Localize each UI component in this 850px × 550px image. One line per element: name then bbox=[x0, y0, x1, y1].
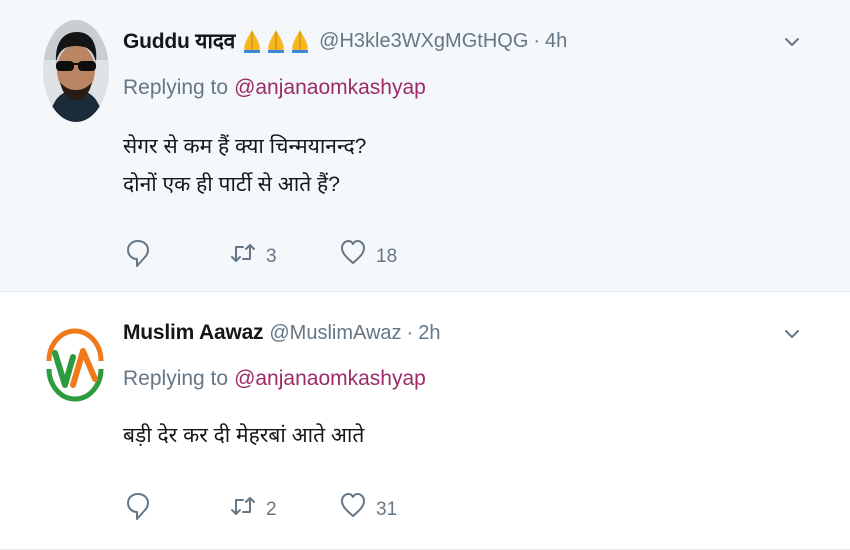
tweet-text-line: बड़ी देर कर दी मेहरबां आते आते bbox=[123, 424, 365, 447]
timestamp[interactable]: 4h bbox=[545, 30, 567, 53]
replying-to-line: Replying to @anjanaomkashyap bbox=[123, 76, 426, 100]
tweet-actions: 2 31 bbox=[126, 489, 526, 523]
reply-button[interactable] bbox=[126, 236, 150, 270]
tweet-text: बड़ी देर कर दी मेहरबां आते आते bbox=[123, 417, 364, 455]
like-count: 31 bbox=[376, 499, 398, 520]
reply-icon bbox=[126, 490, 150, 522]
reply-button[interactable] bbox=[126, 489, 150, 523]
tweet-text-line: सेगर से कम हैं क्या चिन्मयानन्द? bbox=[123, 135, 367, 158]
tweet-text-line: दोनों एक ही पार्टी से आते हैं? bbox=[123, 173, 340, 196]
separator-dot: · bbox=[533, 29, 541, 52]
tweet-header: Muslim Aawaz @MuslimAwaz · 2h bbox=[123, 318, 440, 348]
tweet-actions: 3 18 bbox=[126, 236, 526, 270]
retweet-count: 3 bbox=[266, 246, 277, 267]
chevron-down-icon[interactable] bbox=[782, 32, 802, 52]
timestamp[interactable]: 2h bbox=[418, 322, 440, 345]
retweet-icon bbox=[230, 237, 256, 269]
user-handle[interactable]: @H3kle3WXgMGtHQG bbox=[319, 30, 528, 53]
tweet-header: Guddu यादव @H3kle3WXgMGtHQG · 4h bbox=[123, 26, 567, 56]
heart-icon bbox=[340, 237, 366, 269]
chevron-down-icon[interactable] bbox=[782, 324, 802, 344]
heart-icon bbox=[340, 490, 366, 522]
separator-dot: · bbox=[406, 321, 414, 344]
display-name[interactable]: Muslim Aawaz bbox=[123, 321, 264, 345]
replying-prefix: Replying to bbox=[123, 367, 229, 390]
mention-link[interactable]: @anjanaomkashyap bbox=[234, 76, 426, 99]
tweet-text: सेगर से कम हैं क्या चिन्मयानन्द? दोनों ए… bbox=[123, 128, 366, 204]
replying-to-line: Replying to @anjanaomkashyap bbox=[123, 367, 426, 391]
like-button[interactable]: 18 bbox=[340, 236, 397, 270]
retweet-button[interactable]: 2 bbox=[230, 489, 277, 523]
tweet-card[interactable]: Guddu यादव @H3kle3WXgMGtHQG · 4h Replyin… bbox=[0, 0, 850, 292]
like-count: 18 bbox=[376, 246, 398, 267]
retweet-icon bbox=[230, 490, 256, 522]
avatar[interactable] bbox=[43, 317, 107, 415]
folded-hands-icon bbox=[241, 28, 311, 54]
mention-link[interactable]: @anjanaomkashyap bbox=[234, 367, 426, 390]
display-name[interactable]: Guddu यादव bbox=[123, 27, 235, 55]
replying-prefix: Replying to bbox=[123, 76, 229, 99]
user-handle[interactable]: @MuslimAwaz bbox=[269, 322, 401, 345]
tweet-feed: Guddu यादव @H3kle3WXgMGtHQG · 4h Replyin… bbox=[0, 0, 850, 550]
retweet-count: 2 bbox=[266, 499, 277, 520]
retweet-button[interactable]: 3 bbox=[230, 236, 277, 270]
like-button[interactable]: 31 bbox=[340, 489, 397, 523]
avatar[interactable] bbox=[43, 20, 109, 122]
reply-icon bbox=[126, 237, 150, 269]
tweet-card[interactable]: Muslim Aawaz @MuslimAwaz · 2h Replying t… bbox=[0, 293, 850, 550]
